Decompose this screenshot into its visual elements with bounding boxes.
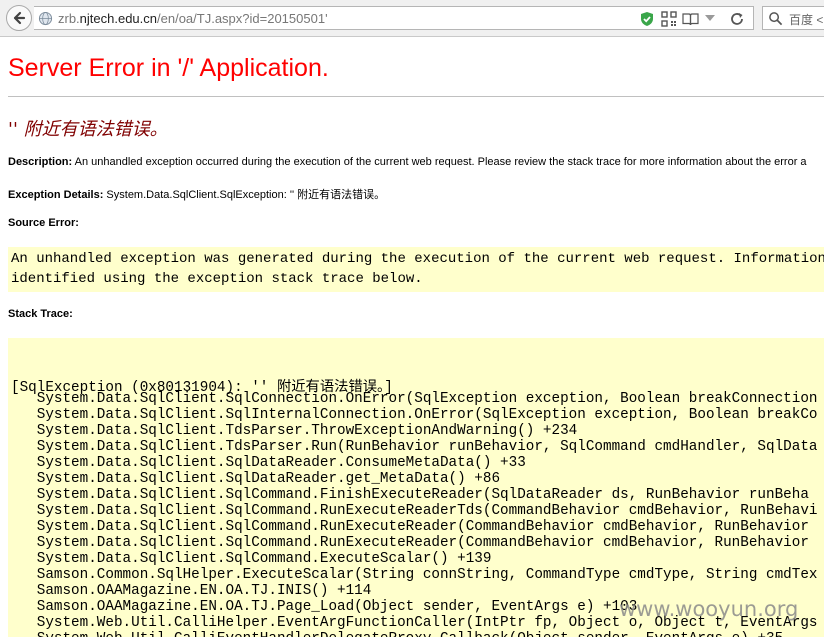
globe-icon [38,11,53,26]
back-button[interactable] [6,5,32,31]
description-label: Description: [8,156,73,168]
description-text: An unhandled exception occurred during t… [74,156,807,168]
stack-trace-line: System.Data.SqlClient.SqlCommand.RunExec… [11,519,809,535]
search-box[interactable]: 百度 < [762,6,824,30]
source-error-line: An unhandled exception was generated dur… [11,251,824,267]
page-content: Server Error in '/' Application. '' 附近有语… [0,37,824,637]
shield-icon[interactable] [639,11,655,27]
stack-trace-line: System.Data.SqlClient.SqlCommand.RunExec… [11,535,809,551]
url-host: njtech.edu.cn [79,11,158,26]
stack-trace-line: System.Data.SqlClient.SqlCommand.RunExec… [11,503,818,519]
refresh-icon[interactable] [729,11,745,27]
stack-trace-line: System.Data.SqlClient.SqlDataReader.get_… [11,471,501,487]
address-bar[interactable]: zrb.njtech.edu.cn/en/oa/TJ.aspx?id=20150… [34,6,754,30]
source-error-label: Source Error: [8,217,79,229]
url-text[interactable]: zrb.njtech.edu.cn/en/oa/TJ.aspx?id=20150… [58,11,328,26]
page-title: Server Error in '/' Application. [8,54,329,82]
watermark: www.wooyun.org [619,597,799,621]
stack-trace-label: Stack Trace: [8,308,73,320]
exception-details-text: System.Data.SqlClient.SqlException: '' 附… [106,189,386,201]
qr-code-icon[interactable] [661,11,677,27]
exception-details-label: Exception Details: [8,189,104,201]
source-error-line: identified using the exception stack tra… [11,271,423,287]
browser-toolbar: zrb.njtech.edu.cn/en/oa/TJ.aspx?id=20150… [0,0,824,37]
back-arrow-icon [13,11,26,25]
stack-trace-line: Samson.OAAMagazine.EN.OA.TJ.INIS() +114 [11,583,372,599]
reader-mode-icon[interactable] [682,11,699,27]
url-path: /en/oa/TJ.aspx?id=20150501' [157,11,328,26]
stack-trace-line: System.Data.SqlClient.TdsParser.Run(RunB… [11,439,818,455]
exception-details-line: Exception Details: System.Data.SqlClient… [8,186,385,202]
stack-trace-line: Samson.OAAMagazine.EN.OA.TJ.Page_Load(Ob… [11,599,638,615]
stack-trace-line: System.Data.SqlClient.SqlCommand.Execute… [11,551,492,567]
stack-trace-line: System.Data.SqlClient.SqlInternalConnect… [11,407,818,423]
source-error-box: An unhandled exception was generated dur… [8,247,824,292]
description-line: Description: An unhandled exception occu… [8,156,807,168]
stack-trace-line: System.Data.SqlClient.TdsParser.ThrowExc… [11,423,578,439]
search-placeholder: 百度 < [789,13,824,27]
stack-trace-heading: Stack Trace: [8,308,73,320]
error-message: '' 附近有语法错误。 [8,119,168,140]
divider [8,96,824,97]
source-error-heading: Source Error: [8,217,79,229]
stack-trace-line: System.Web.Util.CalliEventHandlerDelegat… [11,631,783,637]
stack-trace-line: Samson.Common.SqlHelper.ExecuteScalar(St… [11,567,818,583]
url-prefix: zrb. [58,11,80,26]
search-icon [769,12,783,26]
stack-trace-line: System.Data.SqlClient.SqlDataReader.Cons… [11,455,526,471]
stack-trace-line: System.Data.SqlClient.SqlCommand.FinishE… [11,487,809,503]
stack-trace-box: [SqlException (0x80131904): '' 附近有语法错误。]… [8,338,824,637]
dropdown-arrow-icon[interactable] [704,13,716,23]
stack-trace-line: System.Data.SqlClient.SqlConnection.OnEr… [11,391,818,407]
